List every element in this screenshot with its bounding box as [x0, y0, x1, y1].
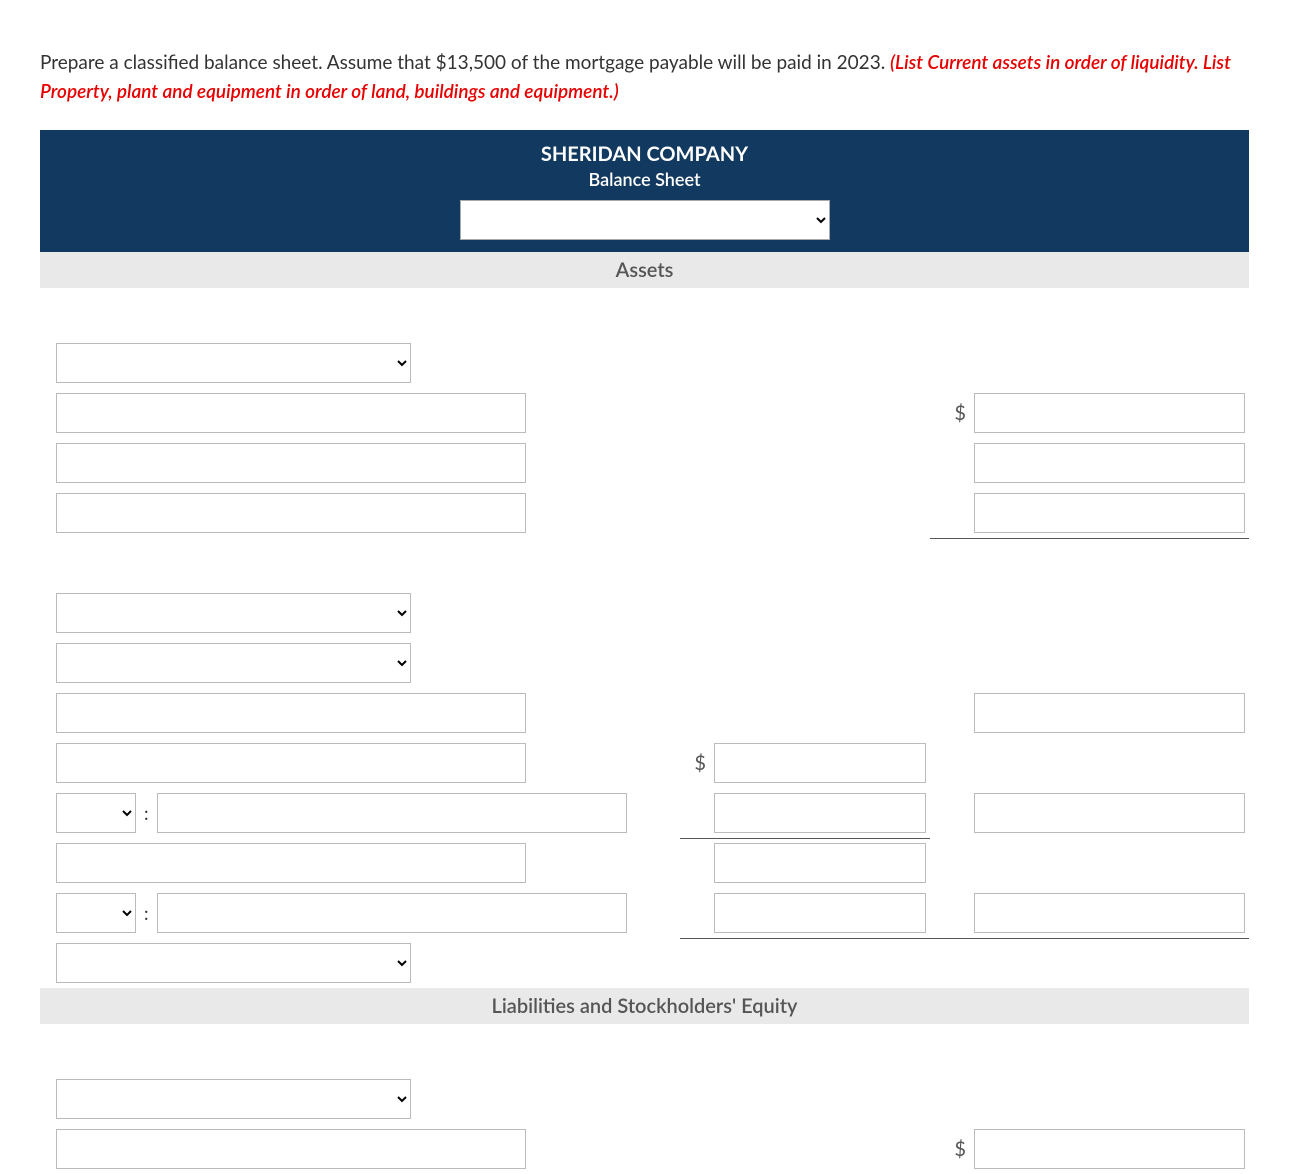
- table-row: :: [40, 888, 1249, 938]
- liabilities-table: $: [40, 1024, 1249, 1174]
- liab-heading-select-1[interactable]: [56, 1079, 411, 1119]
- liab-line-1-label[interactable]: [56, 1129, 526, 1169]
- table-row: [40, 338, 1249, 388]
- asset-pair-2-label[interactable]: [157, 893, 627, 933]
- instruction-text: Prepare a classified balance sheet. Assu…: [40, 49, 1249, 106]
- asset-pair-1-amount-right[interactable]: [974, 793, 1245, 833]
- table-row: [40, 838, 1249, 888]
- table-row: [40, 588, 1249, 638]
- asset-pair-1-amount-mid[interactable]: [714, 793, 926, 833]
- table-row: :: [40, 788, 1249, 838]
- colon: :: [144, 902, 149, 924]
- liab-line-1-amount[interactable]: [974, 1129, 1245, 1169]
- date-select[interactable]: [460, 200, 830, 240]
- colon: :: [144, 802, 149, 824]
- company-name: SHERIDAN COMPANY: [40, 138, 1249, 166]
- balance-sheet: SHERIDAN COMPANY Balance Sheet Assets: [40, 130, 1249, 1174]
- table-row: [40, 638, 1249, 688]
- currency-symbol: $: [680, 738, 710, 788]
- asset-line-6-label[interactable]: [56, 843, 526, 883]
- asset-line-1-label[interactable]: [56, 393, 526, 433]
- table-row: [40, 438, 1249, 488]
- asset-heading-select-1[interactable]: [56, 343, 411, 383]
- table-row: [40, 938, 1249, 988]
- asset-line-3-amount[interactable]: [974, 493, 1245, 533]
- asset-heading-select-4[interactable]: [56, 943, 411, 983]
- asset-line-2-label[interactable]: [56, 443, 526, 483]
- asset-pair-2-amount-right[interactable]: [974, 893, 1245, 933]
- table-row: [40, 538, 1249, 588]
- currency-symbol: $: [930, 1124, 970, 1174]
- asset-line-4-amount[interactable]: [974, 693, 1245, 733]
- asset-line-5-amount-mid[interactable]: [714, 743, 926, 783]
- table-row: [40, 1074, 1249, 1124]
- asset-pair-2-amount-mid[interactable]: [714, 893, 926, 933]
- assets-table: $: [40, 288, 1249, 988]
- liabilities-section-header: Liabilities and Stockholders' Equity: [40, 988, 1249, 1024]
- asset-line-6-amount-mid[interactable]: [714, 843, 926, 883]
- table-row: $: [40, 1124, 1249, 1174]
- asset-line-5-label[interactable]: [56, 743, 526, 783]
- asset-pair-1-label[interactable]: [157, 793, 627, 833]
- asset-pair-1-select[interactable]: [56, 793, 136, 833]
- currency-symbol: $: [930, 388, 970, 438]
- asset-line-1-amount[interactable]: [974, 393, 1245, 433]
- table-row: [40, 688, 1249, 738]
- asset-heading-select-2[interactable]: [56, 593, 411, 633]
- instruction-plain: Prepare a classified balance sheet. Assu…: [40, 51, 890, 74]
- asset-line-4-label[interactable]: [56, 693, 526, 733]
- asset-heading-select-3[interactable]: [56, 643, 411, 683]
- statement-title: Balance Sheet: [40, 168, 1249, 190]
- asset-line-3-label[interactable]: [56, 493, 526, 533]
- assets-section-header: Assets: [40, 252, 1249, 288]
- table-row: $: [40, 388, 1249, 438]
- asset-line-2-amount[interactable]: [974, 443, 1245, 483]
- table-row: [40, 488, 1249, 538]
- asset-pair-2-select[interactable]: [56, 893, 136, 933]
- table-row: $: [40, 738, 1249, 788]
- sheet-header: SHERIDAN COMPANY Balance Sheet: [40, 130, 1249, 252]
